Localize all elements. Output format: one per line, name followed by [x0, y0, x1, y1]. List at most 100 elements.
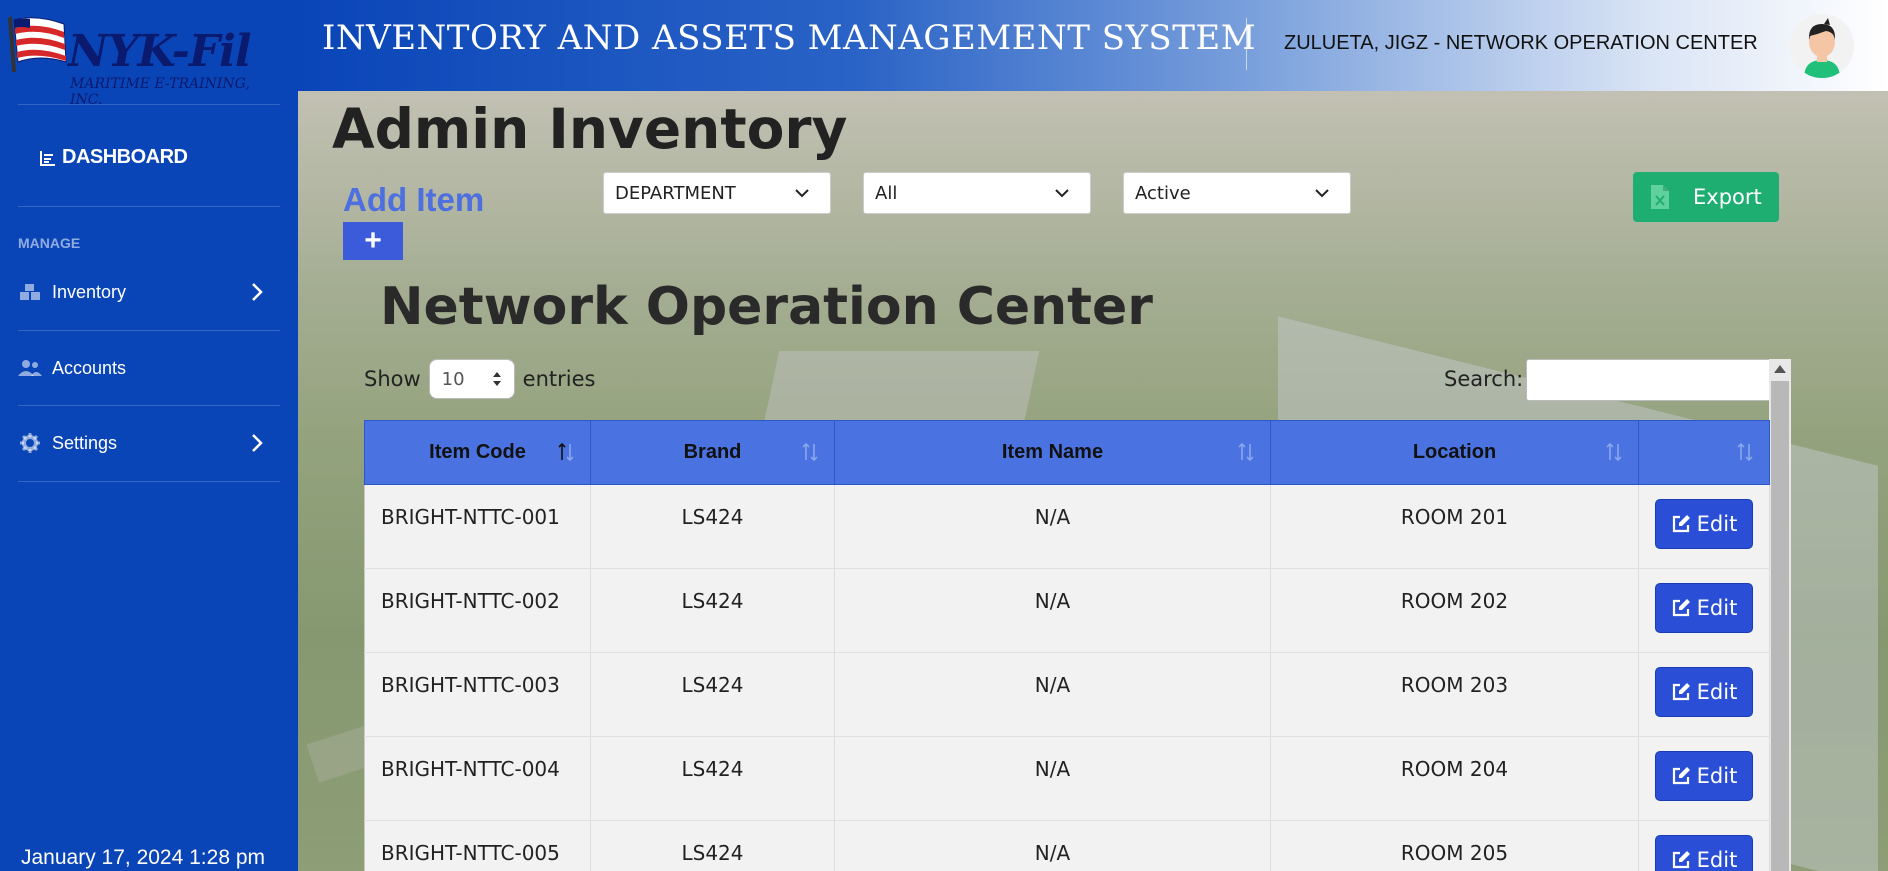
edit-icon — [1672, 851, 1690, 869]
entries-select[interactable]: 10 — [428, 359, 515, 399]
column-header-location[interactable]: Location — [1270, 420, 1639, 485]
sidebar-item-label: Accounts — [52, 357, 127, 378]
sidebar: NYK-Fil MARITIME E-TRAINING, INC. DASHBO… — [0, 0, 298, 871]
header-divider — [1246, 18, 1247, 70]
edit-icon — [1672, 767, 1690, 785]
sidebar-divider — [18, 206, 280, 207]
logo-brand-text: NYK-Fil — [68, 26, 252, 77]
avatar[interactable] — [1790, 14, 1854, 78]
cell-item-code: BRIGHT-NTTC-003 — [364, 652, 591, 737]
table-row: BRIGHT-NTTC-002 LS424 N/A ROOM 202 Edit — [364, 568, 1770, 653]
sort-icon — [558, 442, 574, 462]
cell-brand: LS424 — [590, 652, 835, 737]
cell-item-name: N/A — [834, 568, 1271, 653]
cell-location: ROOM 203 — [1270, 652, 1639, 737]
edit-icon — [1672, 683, 1690, 701]
table-row: BRIGHT-NTTC-003 LS424 N/A ROOM 203 Edit — [364, 652, 1770, 737]
sidebar-item-dashboard[interactable]: DASHBOARD — [40, 146, 188, 169]
show-label: Show — [364, 367, 421, 391]
department-select[interactable]: DEPARTMENT — [603, 172, 831, 214]
edit-button[interactable]: Edit — [1655, 751, 1753, 801]
cell-location: ROOM 202 — [1270, 568, 1639, 653]
cell-location: ROOM 205 — [1270, 820, 1639, 871]
sidebar-item-settings[interactable]: Settings — [18, 423, 280, 463]
entries-length-control: Show 10 entries — [364, 359, 595, 399]
column-header-brand[interactable]: Brand — [590, 420, 835, 485]
cell-actions: Edit — [1638, 820, 1770, 871]
export-button[interactable]: Export — [1633, 172, 1779, 222]
search-label: Search: — [1444, 367, 1524, 391]
table-header-row: Item Code Brand Item Name Location — [364, 420, 1770, 485]
search-input[interactable] — [1526, 359, 1772, 401]
cell-item-name: N/A — [834, 484, 1271, 569]
sort-icon — [802, 442, 818, 462]
sidebar-divider — [18, 330, 280, 331]
sidebar-item-inventory[interactable]: Inventory — [18, 272, 280, 312]
edit-button[interactable]: Edit — [1655, 499, 1753, 549]
sidebar-item-accounts[interactable]: Accounts — [18, 348, 280, 388]
user-avatar-icon — [1804, 18, 1840, 78]
edit-label: Edit — [1696, 596, 1738, 620]
status-select-value: Active — [1135, 182, 1191, 204]
column-header-actions[interactable] — [1638, 420, 1770, 485]
cell-brand: LS424 — [590, 484, 835, 569]
table-scrollbar[interactable] — [1769, 359, 1791, 871]
export-label: Export — [1693, 185, 1762, 209]
cell-item-name: N/A — [834, 652, 1271, 737]
chevron-right-icon — [252, 283, 263, 301]
top-header: INVENTORY AND ASSETS MANAGEMENT SYSTEM Z… — [298, 0, 1888, 91]
cell-actions: Edit — [1638, 652, 1770, 737]
edit-label: Edit — [1696, 512, 1738, 536]
edit-label: Edit — [1696, 848, 1738, 871]
excel-file-icon — [1651, 185, 1669, 209]
status-select[interactable]: Active — [1123, 172, 1351, 214]
edit-button[interactable]: Edit — [1655, 583, 1753, 633]
table-row: BRIGHT-NTTC-001 LS424 N/A ROOM 201 Edit — [364, 484, 1770, 569]
scroll-up-arrow-icon[interactable] — [1774, 365, 1786, 373]
company-logo[interactable]: NYK-Fil MARITIME E-TRAINING, INC. — [6, 10, 264, 108]
column-header-item-code[interactable]: Item Code — [364, 420, 591, 485]
chevron-down-icon — [795, 189, 809, 198]
dashboard-label: DASHBOARD — [62, 146, 188, 168]
edit-button[interactable]: Edit — [1655, 835, 1753, 871]
department-select-value: DEPARTMENT — [615, 182, 736, 204]
user-name[interactable]: ZULUETA, JIGZ - NETWORK OPERATION CENTER — [1284, 32, 1758, 55]
cell-location: ROOM 204 — [1270, 736, 1639, 821]
chevron-down-icon — [1055, 189, 1069, 198]
entries-select-value: 10 — [441, 368, 465, 390]
sort-icon — [1606, 442, 1622, 462]
boxes-icon — [18, 282, 42, 302]
sidebar-divider — [18, 405, 280, 406]
cell-actions: Edit — [1638, 568, 1770, 653]
main-content: Admin Inventory Add Item + DEPARTMENT Al… — [298, 91, 1888, 871]
current-datetime: January 17, 2024 1:28 pm — [21, 846, 266, 869]
add-item-label[interactable]: Add Item — [343, 181, 484, 219]
cell-item-code: BRIGHT-NTTC-002 — [364, 568, 591, 653]
cell-item-name: N/A — [834, 820, 1271, 871]
inventory-table: Item Code Brand Item Name Location BRIGH… — [364, 420, 1770, 871]
sidebar-divider — [18, 104, 280, 105]
flag-icon — [8, 16, 67, 72]
entries-label: entries — [522, 367, 596, 391]
cell-item-code: BRIGHT-NTTC-005 — [364, 820, 591, 871]
dashboard-icon — [40, 150, 55, 166]
column-header-label: Item Code — [429, 441, 526, 463]
users-icon — [18, 358, 42, 378]
edit-button[interactable]: Edit — [1655, 667, 1753, 717]
cell-item-code: BRIGHT-NTTC-004 — [364, 736, 591, 821]
chevron-down-icon — [1315, 189, 1329, 198]
column-header-label: Item Name — [1001, 441, 1104, 463]
cell-location: ROOM 201 — [1270, 484, 1639, 569]
category-select[interactable]: All — [863, 172, 1091, 214]
gear-icon — [18, 433, 42, 453]
add-item-button[interactable]: + — [343, 222, 403, 260]
sort-icon — [1238, 442, 1254, 462]
page-title: Admin Inventory — [332, 97, 848, 161]
sidebar-divider — [18, 481, 280, 482]
sidebar-item-label: Settings — [52, 432, 118, 453]
cell-actions: Edit — [1638, 484, 1770, 569]
column-header-item-name[interactable]: Item Name — [834, 420, 1271, 485]
column-header-label: Location — [1412, 441, 1497, 463]
section-title: Network Operation Center — [380, 277, 1153, 337]
scrollbar-thumb[interactable] — [1771, 381, 1789, 871]
